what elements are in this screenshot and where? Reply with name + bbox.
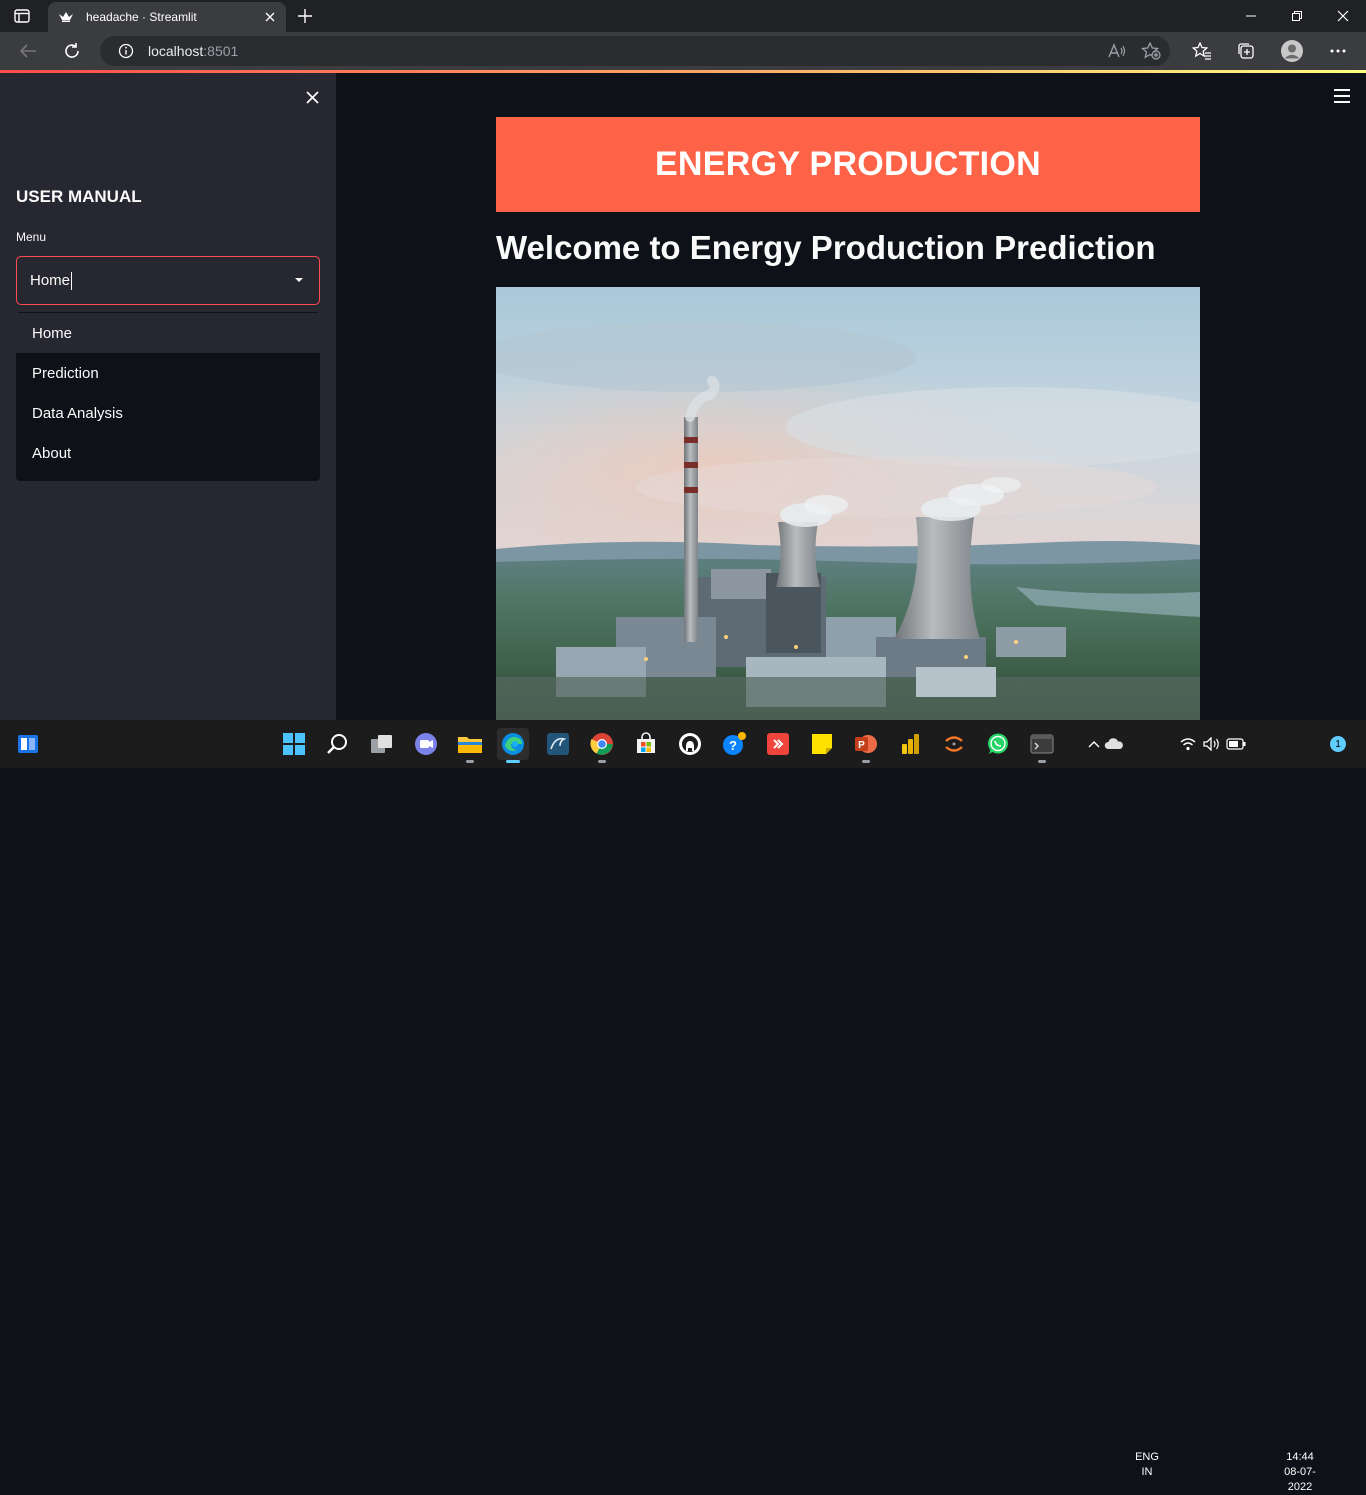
menu-option-prediction[interactable]: Prediction [16, 353, 320, 393]
language-line1: ENG [1135, 1451, 1159, 1463]
profile-avatar[interactable] [1278, 38, 1306, 64]
clock-date: 08-07-2022 [1284, 1466, 1316, 1493]
language-indicator[interactable]: ENG IN [1128, 1450, 1166, 1480]
favorites-icon[interactable] [1188, 38, 1216, 64]
sidebar-heading: USER MANUAL [16, 187, 142, 206]
battery-icon[interactable] [1220, 728, 1252, 760]
tab-close-icon[interactable] [260, 7, 280, 27]
notification-badge[interactable]: 1 [1330, 736, 1346, 752]
site-info-icon[interactable] [118, 43, 134, 59]
read-aloud-icon[interactable] [1104, 38, 1130, 64]
microsoft-store-icon[interactable] [630, 728, 662, 760]
task-view-icon[interactable] [366, 728, 398, 760]
hamburger-menu-icon[interactable] [1334, 89, 1350, 103]
close-sidebar-icon[interactable] [302, 87, 322, 107]
tab-actions-icon[interactable] [12, 7, 32, 25]
menu-option-home[interactable]: Home [16, 313, 320, 353]
text-cursor [71, 271, 73, 290]
language-line2: IN [1141, 1466, 1153, 1478]
close-window-button[interactable] [1320, 0, 1366, 32]
menu-dropdown: Home Prediction Data Analysis About [16, 312, 320, 481]
power-plant-image [496, 287, 1200, 720]
minimize-button[interactable] [1228, 0, 1274, 32]
browser-tab[interactable]: headache · Streamlit [48, 2, 286, 32]
more-options-icon[interactable] [1324, 38, 1352, 64]
collections-icon[interactable] [1232, 38, 1260, 64]
new-tab-button[interactable] [294, 5, 316, 27]
running-indicator [466, 760, 474, 763]
back-button[interactable] [14, 38, 42, 64]
menu-option-data-analysis[interactable]: Data Analysis [16, 393, 320, 433]
get-help-icon[interactable]: ? [718, 728, 750, 760]
whatsapp-icon[interactable] [982, 728, 1014, 760]
running-indicator [598, 760, 606, 763]
url-bar[interactable]: localhost:8501 [100, 36, 1170, 66]
active-indicator [506, 760, 520, 763]
terminal-icon[interactable] [1026, 728, 1058, 763]
url-port: :8501 [203, 43, 239, 59]
power-bi-icon[interactable] [894, 728, 926, 760]
welcome-heading: Welcome to Energy Production Prediction [496, 229, 1156, 266]
svg-text:?: ? [729, 738, 737, 753]
clock[interactable]: 14:44 08-07-2022 [1276, 1450, 1324, 1495]
mysql-workbench-icon[interactable] [542, 728, 574, 760]
onedrive-icon[interactable] [1098, 728, 1130, 760]
banner-title: ENERGY PRODUCTION [654, 145, 1042, 183]
title-banner: ENERGY PRODUCTION [496, 117, 1200, 212]
running-indicator [1038, 760, 1046, 763]
svg-text:P: P [858, 740, 865, 751]
url-host: localhost [148, 43, 204, 59]
powerpoint-icon[interactable]: P [850, 728, 882, 763]
sidebar: USER MANUAL Menu Home Home Prediction Da… [0, 73, 336, 720]
anydesk-icon[interactable] [762, 728, 794, 760]
tab-title: headache · Streamlit [86, 10, 197, 24]
jupyter-icon[interactable] [938, 728, 970, 760]
menu-select[interactable]: Home [16, 256, 320, 305]
refresh-button[interactable] [58, 38, 86, 64]
widgets-icon[interactable] [12, 728, 44, 760]
menu-option-about[interactable]: About [16, 433, 320, 473]
github-desktop-icon[interactable] [674, 728, 706, 760]
clock-time: 14:44 [1286, 1451, 1314, 1463]
running-indicator [862, 760, 870, 763]
main-content: ENERGY PRODUCTION Welcome to Energy Prod… [336, 73, 1366, 720]
address-toolbar: localhost:8501 [0, 32, 1366, 70]
streamlit-crown-icon [58, 10, 76, 24]
menu-label: Menu [16, 230, 47, 244]
windows-taskbar: ? P ENG IN 14:44 08-07-2022 [0, 720, 1366, 1493]
restore-button[interactable] [1274, 0, 1320, 32]
chevron-down-icon[interactable] [295, 278, 303, 282]
search-icon[interactable] [322, 728, 354, 760]
add-favorite-icon[interactable] [1138, 38, 1164, 64]
menu-select-value: Home [30, 272, 71, 289]
teams-chat-icon[interactable] [410, 728, 442, 760]
chrome-icon[interactable] [586, 728, 618, 763]
sticky-notes-icon[interactable] [806, 728, 838, 760]
start-icon[interactable] [278, 728, 310, 760]
edge-browser-icon[interactable] [497, 728, 529, 763]
file-explorer-icon[interactable] [454, 728, 486, 763]
browser-tab-bar: headache · Streamlit [0, 0, 1366, 32]
